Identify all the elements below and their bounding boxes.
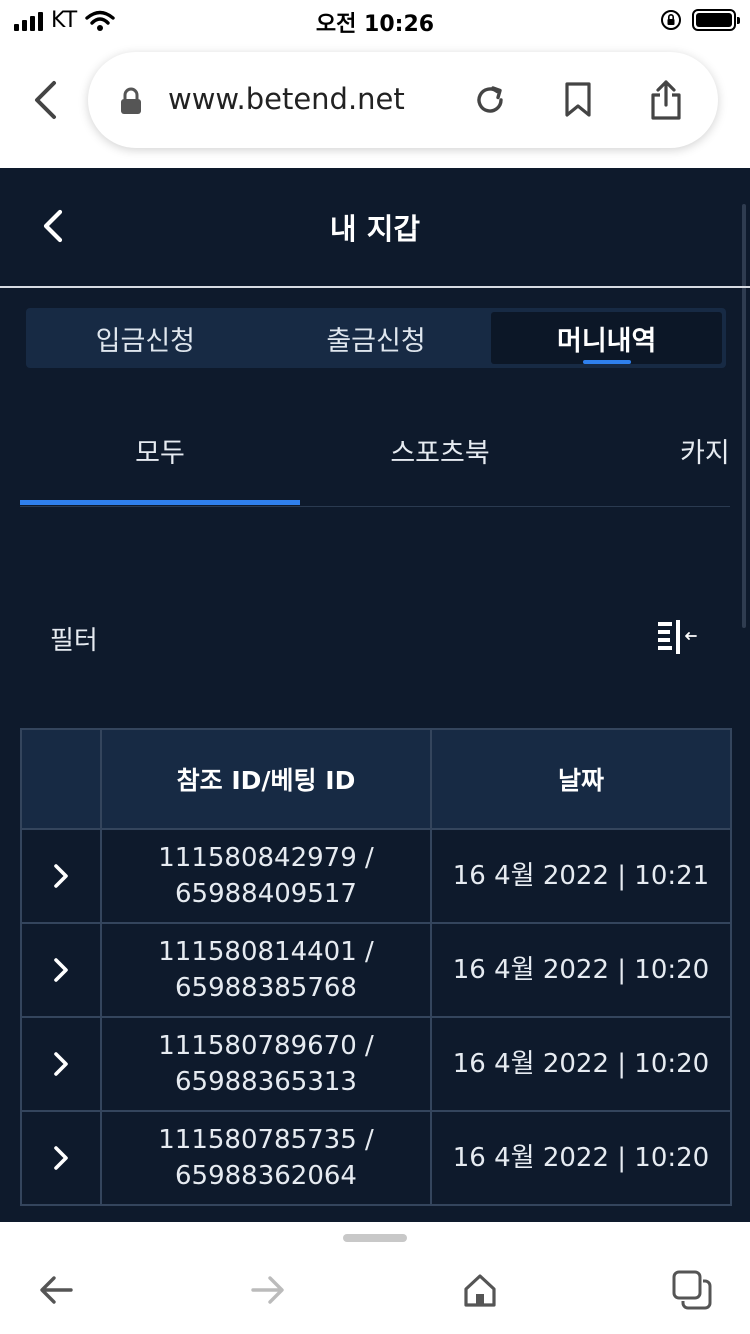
header-ref-id: 참조 ID/베팅 ID	[100, 728, 432, 830]
tab-label: 머니내역	[556, 325, 657, 357]
subtab-label: 스포츠북	[390, 437, 490, 469]
chevron-right-icon	[54, 1052, 68, 1076]
date-cell: 16 4월 2022 | 10:21	[430, 828, 732, 924]
toolbar-handle[interactable]	[343, 1234, 407, 1242]
subtab-divider	[20, 506, 730, 507]
browser-forward-button[interactable]	[246, 1268, 290, 1312]
subtab-casino[interactable]: 카지	[680, 398, 750, 502]
arrow-left-icon	[40, 1276, 73, 1304]
subtab-label: 모두	[135, 437, 185, 469]
expand-cell[interactable]	[20, 1110, 102, 1206]
subtab-label: 카지	[680, 437, 730, 469]
ref-id-cell: 111580814401 / 65988385768	[100, 922, 432, 1018]
ref-id: 111580789670 /	[158, 1031, 374, 1061]
page-header: 내 지갑	[0, 168, 750, 286]
status-bar: KT 오전 10:26	[0, 0, 750, 40]
arrow-right-icon	[251, 1276, 284, 1304]
subtab-all[interactable]: 모두	[20, 398, 300, 502]
money-history-table: 참조 ID/베팅 ID 날짜 111580842979 / 6598840951…	[20, 728, 732, 1206]
header-expand-column	[20, 728, 102, 830]
address-bar[interactable]: www.betend.net	[88, 52, 718, 148]
status-right	[660, 9, 740, 31]
orientation-lock-icon	[661, 10, 681, 30]
table-row[interactable]: 111580814401 / 65988385768 16 4월 2022 | …	[20, 922, 732, 1018]
active-subtab-indicator	[20, 500, 300, 505]
chevron-left-icon	[35, 81, 56, 119]
browser-bottom-toolbar	[0, 1222, 750, 1334]
status-time: 오전 10:26	[315, 12, 435, 37]
ref-id: 111580842979 /	[158, 843, 374, 873]
lock-icon	[121, 87, 141, 114]
header-divider	[0, 286, 750, 288]
date-cell: 16 4월 2022 | 10:20	[430, 1110, 732, 1206]
reload-button[interactable]	[470, 80, 510, 120]
ref-id-cell: 111580785735 / 65988362064	[100, 1110, 432, 1206]
table-row[interactable]: 111580842979 / 65988409517 16 4월 2022 | …	[20, 828, 732, 924]
subtab-sportsbook[interactable]: 스포츠북	[300, 398, 580, 502]
browser-tabs-button[interactable]	[670, 1268, 714, 1312]
home-icon	[464, 1274, 496, 1307]
url-text: www.betend.net	[168, 82, 405, 116]
share-button[interactable]	[646, 80, 686, 120]
table-header-row: 참조 ID/베팅 ID 날짜	[20, 728, 732, 830]
tab-money-history[interactable]: 머니내역	[491, 312, 723, 364]
history-subtabs: 모두 스포츠북 카지	[20, 398, 730, 508]
bookmark-button[interactable]	[558, 80, 598, 120]
browser-back-button[interactable]	[28, 78, 62, 122]
bet-id: 65988409517	[175, 879, 357, 909]
filter-toggle-icon[interactable]	[656, 618, 700, 658]
bet-id: 65988365313	[175, 1067, 357, 1097]
ref-id: 111580785735 /	[158, 1125, 374, 1155]
browser-home-button[interactable]	[458, 1268, 502, 1312]
ref-id-cell: 111580789670 / 65988365313	[100, 1016, 432, 1112]
chevron-right-icon	[54, 864, 68, 888]
browser-toolbar: www.betend.net	[0, 40, 750, 168]
bet-id: 65988362064	[175, 1161, 357, 1191]
table-row[interactable]: 111580789670 / 65988365313 16 4월 2022 | …	[20, 1016, 732, 1112]
tab-label: 입금신청	[95, 325, 196, 357]
chevron-right-icon	[54, 1146, 68, 1170]
ref-id: 111580814401 /	[158, 937, 374, 967]
header-date: 날짜	[430, 728, 732, 830]
bet-id: 65988385768	[175, 973, 357, 1003]
page-title: 내 지갑	[329, 212, 421, 246]
active-tab-indicator	[582, 360, 631, 364]
chevron-right-icon	[54, 958, 68, 982]
expand-cell[interactable]	[20, 828, 102, 924]
ref-id-cell: 111580842979 / 65988409517	[100, 828, 432, 924]
reload-icon	[477, 86, 503, 113]
share-icon	[651, 80, 681, 120]
tabs-icon	[672, 1270, 712, 1310]
table-row[interactable]: 111580785735 / 65988362064 16 4월 2022 | …	[20, 1110, 732, 1206]
wallet-segment-tabs: 입금신청 출금신청 머니내역	[26, 308, 726, 368]
bookmark-icon	[565, 82, 591, 117]
wallet-page: 내 지갑 입금신청 출금신청 머니내역 모두 스포츠북 카지 필터 참조 ID/…	[0, 168, 750, 1222]
battery-icon	[692, 9, 740, 31]
tab-withdraw-request[interactable]: 출금신청	[261, 312, 492, 364]
expand-cell[interactable]	[20, 1016, 102, 1112]
tab-label: 출금신청	[326, 325, 426, 357]
expand-cell[interactable]	[20, 922, 102, 1018]
tab-deposit-request[interactable]: 입금신청	[30, 312, 261, 364]
filter-label: 필터	[50, 626, 98, 656]
date-cell: 16 4월 2022 | 10:20	[430, 922, 732, 1018]
date-cell: 16 4월 2022 | 10:20	[430, 1016, 732, 1112]
browser-history-back-button[interactable]	[34, 1268, 78, 1312]
